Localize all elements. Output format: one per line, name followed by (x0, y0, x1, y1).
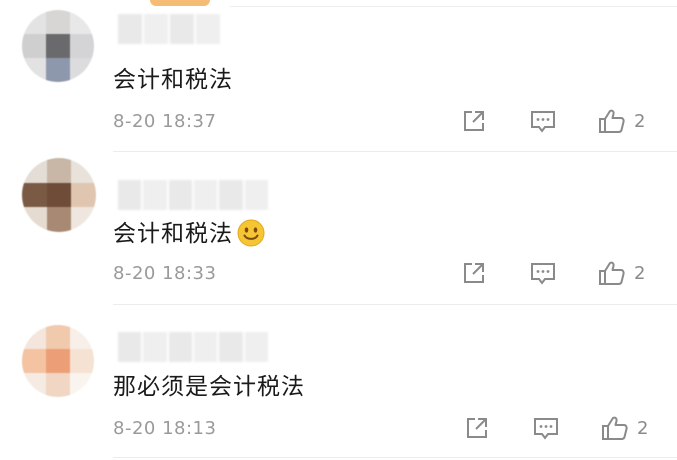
comment-text: 会计和税法 (113, 214, 265, 248)
top-divider (230, 6, 677, 7)
reply-button[interactable] (533, 416, 559, 440)
share-button[interactable] (465, 416, 491, 440)
share-button[interactable] (462, 109, 488, 133)
reply-button[interactable] (530, 261, 556, 285)
avatar[interactable] (22, 158, 96, 232)
username-blurred[interactable] (118, 180, 268, 210)
avatar[interactable] (22, 325, 94, 397)
username-blurred[interactable] (118, 14, 228, 44)
comment-text-content: 会计和税法 (113, 221, 233, 247)
divider (113, 151, 677, 152)
share-button[interactable] (462, 261, 488, 285)
comment-text-content: 会计和税法 (113, 67, 233, 93)
divider (113, 304, 677, 305)
like-button[interactable]: 2 (601, 415, 648, 441)
comment-icon (531, 263, 555, 285)
username-blurred[interactable] (118, 332, 268, 362)
comment-icon (534, 418, 558, 440)
comment-timestamp: 8-20 18:37 (113, 111, 217, 132)
share-icon (464, 111, 484, 131)
like-button[interactable]: 2 (598, 260, 645, 286)
smiley-face-icon (237, 219, 265, 247)
like-count: 2 (637, 417, 649, 439)
comment-timestamp: 8-20 18:33 (113, 263, 217, 284)
share-icon (464, 263, 484, 283)
comment-icon (531, 111, 555, 133)
comment-text: 会计和税法 (113, 60, 233, 94)
like-count: 2 (634, 110, 646, 132)
thumbs-up-icon (599, 261, 625, 285)
comment-timestamp: 8-20 18:13 (113, 418, 217, 439)
avatar[interactable] (22, 10, 94, 82)
share-icon (467, 418, 487, 438)
top-orange-accent (150, 0, 210, 6)
comment-text: 那必须是会计税法 (113, 367, 305, 401)
divider (113, 457, 677, 458)
thumbs-up-icon (599, 109, 625, 133)
like-count: 2 (634, 262, 646, 284)
comment-text-content: 那必须是会计税法 (113, 374, 305, 400)
like-button[interactable]: 2 (598, 108, 645, 134)
reply-button[interactable] (530, 109, 556, 133)
thumbs-up-icon (602, 416, 628, 440)
